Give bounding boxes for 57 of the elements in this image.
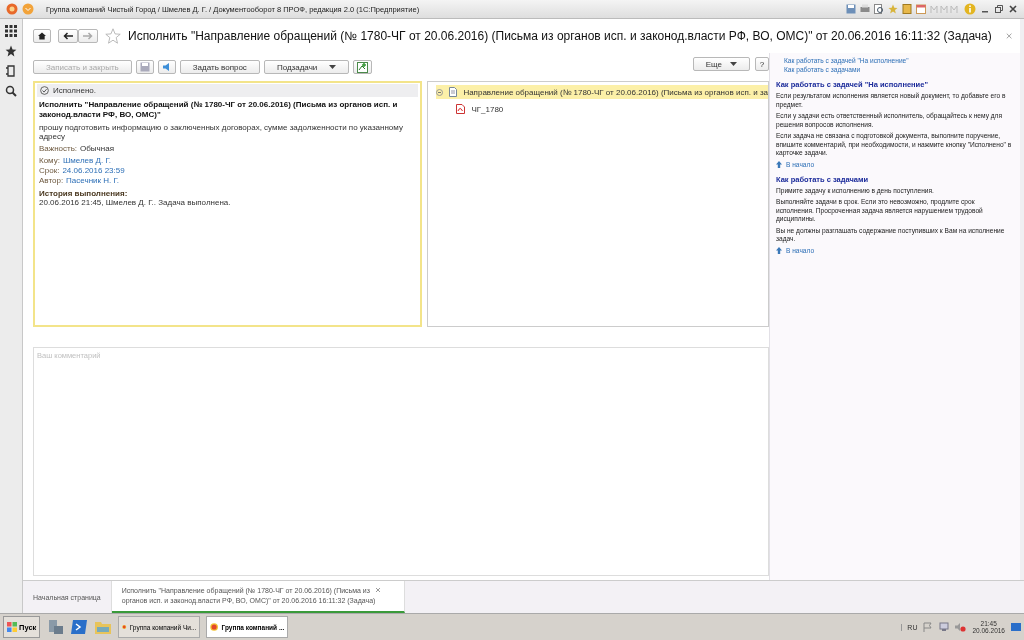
server-manager-icon[interactable]	[46, 618, 65, 636]
field-link[interactable]: Пасечник Н. Г.	[66, 176, 120, 185]
speaker-icon	[161, 62, 172, 72]
apps-grid-icon[interactable]	[5, 25, 17, 37]
history-title: История выполнения:	[38, 189, 129, 198]
tree-item[interactable]: ЧГ_1780	[436, 102, 768, 116]
tree-item[interactable]: Направление обращений (№ 1780-ЧГ от 20.06.2016) (Письма из органов исп. и за	[436, 85, 768, 99]
home-icon	[38, 32, 46, 40]
calendar-icon[interactable]	[916, 4, 926, 14]
collapse-icon[interactable]	[436, 88, 444, 96]
field-label: Автор:	[39, 176, 64, 185]
star-icon[interactable]	[5, 45, 17, 57]
field-link[interactable]: 24.06.2016 23:59	[62, 166, 125, 175]
dropdown-caret-icon	[329, 65, 337, 69]
task-description: прошу подготовить информацию о заключенных договорах, сумме задолженности по указанному адресу	[38, 123, 404, 141]
check-circle-icon	[40, 86, 49, 95]
close-icon[interactable]	[1008, 4, 1018, 14]
dropdown-caret-icon	[730, 62, 737, 66]
help-button[interactable]: ?	[755, 57, 769, 71]
history-icon[interactable]	[5, 65, 17, 77]
info-icon[interactable]	[964, 3, 976, 15]
search-icon[interactable]	[5, 85, 17, 97]
flag-icon[interactable]	[923, 622, 934, 632]
field-label: Кому:	[39, 156, 60, 165]
back-arrow-icon	[63, 32, 73, 40]
task-heading: Исполнить "Направление обращений (№ 1780-ЧГ от 20.06.2016) (Письма из органов исп. и законод.власти РФ, ВО, ОМС)"	[38, 100, 399, 120]
home-button[interactable]	[33, 29, 51, 43]
up-arrow-icon[interactable]	[776, 246, 782, 254]
powershell-icon[interactable]	[70, 618, 89, 636]
speaker-button[interactable]	[157, 60, 176, 74]
add-subtask-button[interactable]	[353, 60, 373, 74]
subtasks-button[interactable]: Подзадачи	[263, 60, 350, 74]
ask-question-button[interactable]: Задать вопрос	[179, 60, 260, 74]
favorite-star-icon[interactable]	[105, 28, 121, 44]
pdf-file-icon	[456, 104, 466, 114]
menu-icon[interactable]	[22, 3, 34, 15]
form-title: Исполнить "Направление обращений (№ 1780-ЧГ от 20.06.2016) (Письма из органов исп. и законод.власти РФ, ВО, ОМС)" от 20.06.2016 16:11:32 (Задача)	[128, 29, 992, 43]
print-icon[interactable]	[860, 4, 870, 14]
importance-value: Обычная	[80, 144, 114, 153]
app-logo-icon	[6, 3, 18, 15]
windows-logo-icon	[7, 622, 17, 632]
history-entry: 20.06.2016 21:45, Шмелев Д. Г.. Задача выполнена.	[38, 198, 232, 207]
field-label: Важность:	[39, 144, 78, 153]
document-icon	[449, 87, 458, 97]
network-icon[interactable]	[939, 622, 950, 632]
field-label: Срок:	[39, 166, 60, 175]
up-arrow-icon[interactable]	[776, 160, 782, 168]
speaker-muted-icon[interactable]	[955, 622, 967, 632]
forward-arrow-icon	[83, 32, 93, 40]
status-text: Исполнено.	[53, 86, 96, 95]
save-icon[interactable]	[846, 4, 856, 14]
restore-icon[interactable]	[994, 4, 1004, 14]
back-button[interactable]	[58, 29, 78, 43]
field-link[interactable]: Шмелев Д. Г.	[62, 156, 111, 165]
preview-icon[interactable]	[874, 4, 884, 14]
star-icon[interactable]	[888, 4, 898, 14]
more-button[interactable]: Еще	[692, 57, 750, 71]
